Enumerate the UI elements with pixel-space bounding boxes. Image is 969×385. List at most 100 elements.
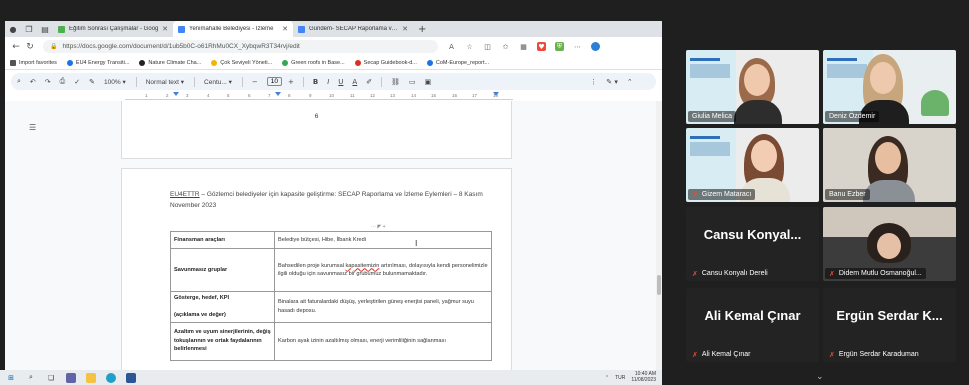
bookmark-eu4[interactable]: EU4 Energy Transiti... — [66, 59, 129, 66]
link-icon[interactable]: ⛓ — [391, 78, 400, 86]
text-color-button[interactable]: A — [352, 78, 357, 86]
app-icon[interactable] — [126, 372, 136, 383]
table-key-cell[interactable]: Savunmasız gruplar — [170, 248, 275, 292]
underline-button[interactable]: U — [338, 78, 343, 86]
read-aloud-icon[interactable]: A — [447, 42, 456, 51]
zoom-select[interactable]: 100% ▾ — [104, 78, 126, 86]
participant-tile-ali[interactable]: Ali Kemal Çınar ✗ Ali Kemal Çınar — [686, 288, 819, 362]
back-icon[interactable]: ← — [9, 42, 23, 52]
table-key-cell[interactable]: Finansman araçları — [170, 231, 275, 249]
search-icon[interactable]: ⌕ — [26, 373, 36, 383]
teams-icon[interactable] — [66, 372, 76, 383]
style-select[interactable]: Normal text ▾ — [146, 78, 184, 86]
participant-tile-banu[interactable]: Banu Ezber — [823, 128, 956, 202]
participant-tile-didem[interactable]: ✗ Didem Mutlu Osmanoğul... — [823, 207, 956, 281]
bookmark-label: Import favorites — [19, 59, 57, 66]
tab-close-icon[interactable]: ✕ — [162, 25, 168, 33]
document-outline-icon[interactable]: ☰ — [29, 123, 38, 132]
undo-icon[interactable]: ↶ — [30, 78, 36, 86]
comment-icon[interactable]: ▭ — [409, 78, 416, 86]
task-view-icon[interactable]: ❏ — [46, 373, 56, 383]
tab-close-icon[interactable]: ✕ — [402, 25, 408, 33]
print-icon[interactable]: ⎙ — [60, 77, 66, 86]
bookmark-com-europe[interactable]: CoM-Europe_report... — [426, 59, 489, 66]
url-input[interactable]: 🔒 https://docs.google.com/document/d/1ub… — [43, 40, 438, 53]
participant-tile-ergun[interactable]: Ergün Serdar K... ✗ Ergün Serdar Karaduma… — [823, 288, 956, 362]
chevron-down-icon[interactable]: ⌄ — [816, 372, 824, 382]
table-key-cell[interactable]: Azaltım ve uyum sinerjilerinin, değiş to… — [170, 321, 275, 361]
toolbar-divider — [135, 76, 137, 87]
tab-gundem[interactable]: Gündem- SECAP Raporlama ve İz ✕ — [293, 21, 413, 37]
table-value-cell[interactable]: Karbon ayak izinin azaltılmış olması, en… — [274, 321, 492, 361]
extension-icon[interactable]: ♥ — [537, 42, 546, 51]
more-icon[interactable]: ⋯ — [573, 42, 582, 51]
table-key-cell[interactable]: Gösterge, hedef, KPI (açıklama ve değer) — [170, 291, 275, 323]
decrease-font-icon[interactable]: − — [252, 78, 258, 86]
image-icon[interactable]: ▣ — [425, 78, 432, 86]
misspelled-word[interactable]: kapasitemizin — [345, 263, 379, 269]
screen: ● ❐ ▤ Eğitim Sonrası Çalışmalar - Goog ✕… — [0, 0, 969, 385]
participant-display-name: Ali Kemal Çınar — [704, 308, 801, 323]
tab-actions-icon[interactable]: ▤ — [37, 21, 53, 37]
tab-close-icon[interactable]: ✕ — [282, 25, 288, 33]
bold-button[interactable]: B — [313, 78, 318, 86]
tab-stop-handle[interactable] — [275, 92, 281, 96]
right-indent-handle[interactable] — [493, 92, 499, 96]
increase-font-icon[interactable]: + — [288, 78, 294, 86]
participant-tile-giulia[interactable]: Giulia Melica — [686, 50, 819, 124]
favorites-icon[interactable]: ✩ — [501, 42, 510, 51]
name-text: Ergün Serdar Karaduman — [838, 351, 919, 358]
bookmark-secap[interactable]: Secap Guidebook-d... — [354, 59, 417, 66]
style-value: Normal text — [145, 78, 179, 86]
heading-link[interactable]: EU4ETTR — [170, 191, 200, 198]
table-value-cell[interactable]: Belediye bütçesi, Hibe, İlbank Kredi — [274, 231, 492, 249]
redo-icon[interactable]: ↷ — [45, 78, 51, 86]
participant-tile-gizem[interactable]: ✗ Gizem Mataracı — [686, 128, 819, 202]
start-icon[interactable]: ⊞ — [6, 373, 16, 383]
bookmark-label: Green roofs in Base... — [291, 59, 345, 66]
tray-arrow-icon[interactable]: ⌃ — [605, 375, 609, 381]
search-menus-icon[interactable]: ⌕ — [17, 77, 21, 86]
highlight-icon[interactable]: ✐ — [366, 78, 372, 86]
copilot-icon[interactable] — [591, 42, 600, 51]
bookmark-import-favorites[interactable]: Import favorites — [10, 59, 57, 66]
clock[interactable]: 10:40 AM 11/08/2023 — [631, 371, 656, 383]
reload-icon[interactable]: ↻ — [23, 42, 37, 52]
participant-tile-deniz[interactable]: Deniz Özdemir — [823, 50, 956, 124]
split-screen-icon[interactable]: ◫ — [483, 42, 492, 51]
table-value-cell[interactable]: Bahsedilen proje kurumsal kapasitemizin … — [274, 248, 492, 292]
paint-format-icon[interactable]: ✎ — [89, 78, 95, 86]
workspaces-icon[interactable]: ❐ — [21, 21, 37, 37]
editing-mode-icon[interactable]: ✎ ▾ — [606, 78, 618, 86]
profile-icon[interactable]: ● — [5, 21, 21, 37]
bookmark-nature[interactable]: Nature Climate Cha... — [139, 59, 201, 66]
favorite-star-icon[interactable]: ☆ — [465, 42, 474, 51]
current-page[interactable]: EU4ETTR – Gözlemci belediyeler için kapa… — [121, 168, 512, 370]
participant-tile-cansu[interactable]: Cansu Konyal... ✗ Cansu Konyalı Dereli — [686, 207, 819, 281]
bookmark-green-roofs[interactable]: Green roofs in Base... — [282, 59, 345, 66]
tab-yenimahalle[interactable]: Yenimahalle Belediyesi - İzleme ✕ — [173, 21, 293, 37]
spellcheck-icon[interactable]: ✓ — [74, 78, 80, 86]
font-size-input[interactable]: 10 — [266, 77, 282, 86]
tab-egitim[interactable]: Eğitim Sonrası Çalışmalar - Goog ✕ — [53, 21, 173, 37]
italic-button[interactable]: I — [327, 78, 329, 86]
left-indent-handle[interactable] — [173, 92, 179, 96]
participant-name: ✗ Didem Mutlu Osmanoğul... — [825, 268, 926, 279]
collapse-menu-icon[interactable]: ⌃ — [627, 78, 633, 86]
file-explorer-icon[interactable] — [86, 372, 96, 383]
table-value-cell[interactable]: Binalara ait faturalardaki düşüş, yerleş… — [274, 291, 492, 323]
language-indicator[interactable]: TUR — [615, 375, 625, 381]
new-tab-button[interactable]: + — [418, 24, 426, 35]
table-move-handle[interactable]: ⋯ ◤ + — [371, 224, 386, 230]
edge-icon[interactable] — [106, 372, 116, 383]
more-options-icon[interactable]: ⋮ — [590, 78, 597, 86]
collections-icon[interactable]: ▦ — [519, 42, 528, 51]
table-row: Gösterge, hedef, KPI (açıklama ve değer) … — [170, 291, 492, 323]
shield-icon[interactable]: ⛨ — [555, 42, 564, 51]
ruler-mark: 15 — [431, 93, 437, 98]
ruler-mark: 16 — [452, 93, 458, 98]
scrollbar-thumb[interactable] — [657, 275, 661, 295]
document-scrollbar[interactable] — [656, 101, 662, 370]
font-select[interactable]: Centu... ▾ — [204, 78, 232, 86]
bookmark-cok-seviyeli[interactable]: Çok Seviyeli Yöneti... — [211, 59, 272, 66]
